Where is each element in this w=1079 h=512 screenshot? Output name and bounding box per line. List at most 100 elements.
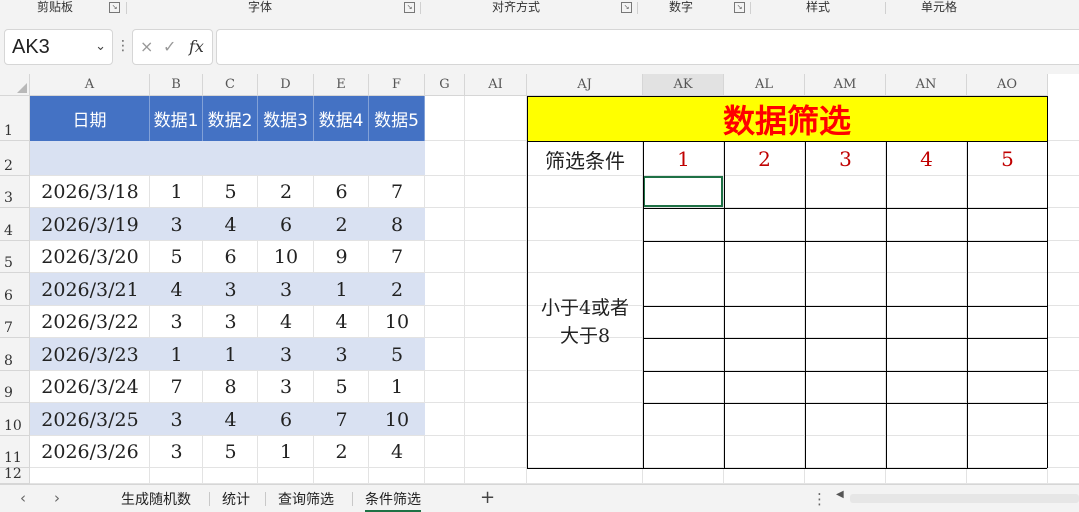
table-cell[interactable]: 6 [258, 403, 314, 436]
table-cell[interactable]: 2026/3/19 [30, 208, 150, 241]
column-header[interactable]: AN [886, 74, 967, 96]
table-cell[interactable]: 5 [203, 176, 258, 208]
table-cell[interactable]: 3 [258, 371, 314, 403]
table-cell[interactable]: 9 [314, 241, 369, 273]
table-cell[interactable]: 1 [150, 176, 203, 208]
chevron-left-icon[interactable]: ‹ [20, 489, 26, 507]
table-cell[interactable]: 2026/3/25 [30, 403, 150, 436]
enter-icon[interactable]: ✓ [163, 37, 176, 56]
table-cell[interactable]: 5 [150, 241, 203, 273]
table-cell[interactable]: 3 [150, 403, 203, 436]
scroll-left-icon[interactable]: ◀ [836, 489, 844, 500]
table-cell[interactable]: 2026/3/26 [30, 436, 150, 468]
row-header[interactable]: 9 [0, 371, 30, 403]
number-launcher-icon[interactable]: ↘ [734, 2, 745, 13]
filter-number-cell[interactable]: 4 [886, 142, 967, 176]
row-header[interactable]: 11 [0, 436, 30, 468]
table-cell[interactable]: 1 [150, 338, 203, 371]
table-header-cell[interactable]: 数据1 [150, 96, 203, 141]
row-header[interactable]: 3 [0, 176, 30, 208]
row-header[interactable]: 6 [0, 273, 30, 306]
table-cell[interactable]: 6 [314, 176, 369, 208]
column-header[interactable]: AK [643, 74, 724, 96]
table-cell[interactable]: 2 [314, 208, 369, 241]
cancel-icon[interactable]: × [140, 37, 153, 56]
table-header-cell[interactable]: 数据2 [203, 96, 258, 141]
name-box[interactable]: AK3 ⌄ [4, 29, 113, 65]
table-cell[interactable]: 4 [258, 306, 314, 338]
table-cell[interactable]: 2026/3/23 [30, 338, 150, 371]
table-cell[interactable]: 1 [258, 436, 314, 468]
table-cell[interactable]: 4 [203, 208, 258, 241]
table-cell[interactable]: 1 [369, 371, 425, 403]
column-header[interactable]: AL [724, 74, 805, 96]
column-header[interactable]: E [314, 74, 369, 96]
column-header[interactable]: AI [465, 74, 527, 96]
table-cell[interactable]: 7 [150, 371, 203, 403]
filter-label[interactable]: 筛选条件 [527, 142, 643, 176]
table-cell[interactable]: 6 [203, 241, 258, 273]
table-cell[interactable]: 3 [150, 306, 203, 338]
table-cell[interactable]: 5 [369, 338, 425, 371]
table-cell[interactable]: 3 [203, 273, 258, 306]
table-cell[interactable]: 2026/3/22 [30, 306, 150, 338]
table-cell[interactable]: 10 [369, 306, 425, 338]
font-launcher-icon[interactable]: ↘ [404, 2, 415, 13]
table-cell[interactable]: 2026/3/24 [30, 371, 150, 403]
table-cell[interactable]: 8 [203, 371, 258, 403]
column-header[interactable]: G [425, 74, 465, 96]
table-cell[interactable]: 1 [203, 338, 258, 371]
table-cell[interactable]: 3 [258, 338, 314, 371]
table-cell[interactable]: 3 [258, 273, 314, 306]
row-header[interactable]: 7 [0, 306, 30, 338]
table-cell[interactable]: 7 [369, 176, 425, 208]
table-cell[interactable]: 10 [369, 403, 425, 436]
column-header[interactable]: B [150, 74, 203, 96]
column-header[interactable]: C [203, 74, 258, 96]
table-cell[interactable]: 10 [258, 241, 314, 273]
sheet-tab-condition-filter[interactable]: 条件筛选 [365, 489, 421, 512]
column-header[interactable]: AJ [527, 74, 643, 96]
sheet-tab-stats[interactable]: 统计 [222, 489, 250, 509]
table-cell[interactable]: 2 [258, 176, 314, 208]
select-all-corner[interactable] [0, 74, 30, 96]
sheet-tab-query[interactable]: 查询筛选 [278, 489, 334, 509]
chevron-right-icon[interactable]: › [54, 489, 60, 507]
table-header-cell[interactable]: 数据5 [369, 96, 425, 141]
table-cell[interactable]: 6 [258, 208, 314, 241]
table-cell[interactable]: 8 [369, 208, 425, 241]
table-cell[interactable]: 4 [369, 436, 425, 468]
column-header[interactable]: AO [967, 74, 1048, 96]
table-header-cell[interactable]: 日期 [30, 96, 150, 141]
add-sheet-icon[interactable]: + [480, 487, 495, 508]
table-cell[interactable]: 3 [314, 338, 369, 371]
filter-number-cell[interactable]: 5 [967, 142, 1048, 176]
table-cell[interactable]: 4 [314, 306, 369, 338]
alignment-launcher-icon[interactable]: ↘ [621, 2, 632, 13]
chevron-down-icon[interactable]: ⌄ [95, 39, 106, 54]
table-cell[interactable]: 2026/3/20 [30, 241, 150, 273]
table-cell[interactable]: 2026/3/18 [30, 176, 150, 208]
row-header[interactable]: 8 [0, 338, 30, 371]
table-header-cell[interactable]: 数据4 [314, 96, 369, 141]
table-cell[interactable]: 3 [150, 208, 203, 241]
table-cell[interactable]: 3 [150, 436, 203, 468]
column-header[interactable]: A [30, 74, 150, 96]
formula-input[interactable] [216, 29, 1079, 65]
row-header[interactable]: 5 [0, 241, 30, 273]
table-cell[interactable]: 1 [314, 273, 369, 306]
insert-function-icon[interactable]: fx [189, 37, 204, 56]
column-header[interactable]: AM [805, 74, 886, 96]
filter-number-cell[interactable]: 3 [805, 142, 886, 176]
row-header[interactable]: 2 [0, 141, 30, 176]
more-options-icon[interactable]: ⋮ [812, 490, 827, 508]
table-cell[interactable]: 5 [314, 371, 369, 403]
table-cell[interactable]: 7 [369, 241, 425, 273]
filter-title[interactable]: 数据筛选 [527, 96, 1047, 141]
horizontal-scrollbar[interactable]: ◀ [836, 489, 1079, 504]
row-header[interactable]: 4 [0, 208, 30, 241]
clipboard-launcher-icon[interactable]: ↘ [109, 2, 120, 13]
table-cell[interactable]: 5 [203, 436, 258, 468]
row-header[interactable]: 10 [0, 403, 30, 436]
filter-number-cell[interactable]: 1 [643, 142, 724, 176]
